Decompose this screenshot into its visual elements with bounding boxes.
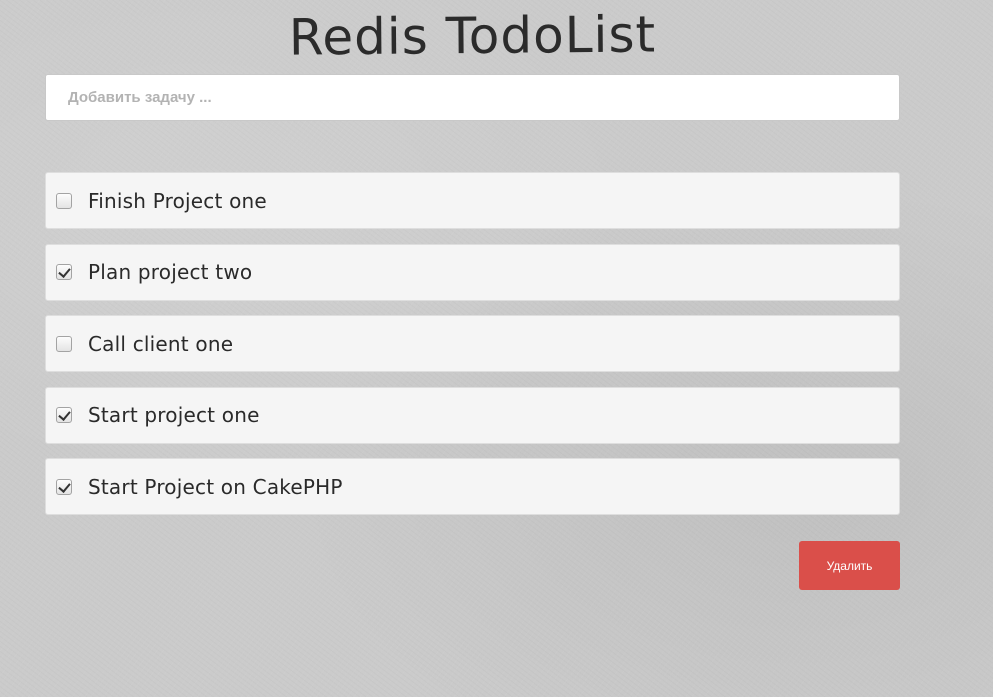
checkmark-icon [58,479,71,493]
new-task-input[interactable] [45,74,900,121]
todo-text: Plan project two [88,260,253,284]
todo-text: Call client one [88,331,234,356]
todo-text: Finish Project one [88,188,267,213]
todo-item: Start project one [45,386,900,444]
todo-checkbox[interactable] [56,478,72,495]
todo-text: Start project one [88,403,260,427]
todo-checkbox[interactable] [56,192,72,209]
checkmark-icon [58,408,71,421]
todo-item: Plan project two [45,243,900,301]
todo-item: Start Project on CakePHP [45,458,900,515]
todo-checkbox[interactable] [56,335,72,352]
todo-checkbox[interactable] [56,407,72,423]
todo-text: Start Project on CakePHP [88,474,343,499]
todo-item: Call client one [45,315,900,372]
checkmark-icon [58,265,71,278]
delete-button[interactable]: Удалить [799,541,900,590]
todo-checkbox[interactable] [56,264,72,280]
page-title: Redis TodoList [288,5,657,67]
todo-item: Finish Project one [45,172,900,229]
todo-list: Finish Project one Plan project two Call… [45,172,900,530]
